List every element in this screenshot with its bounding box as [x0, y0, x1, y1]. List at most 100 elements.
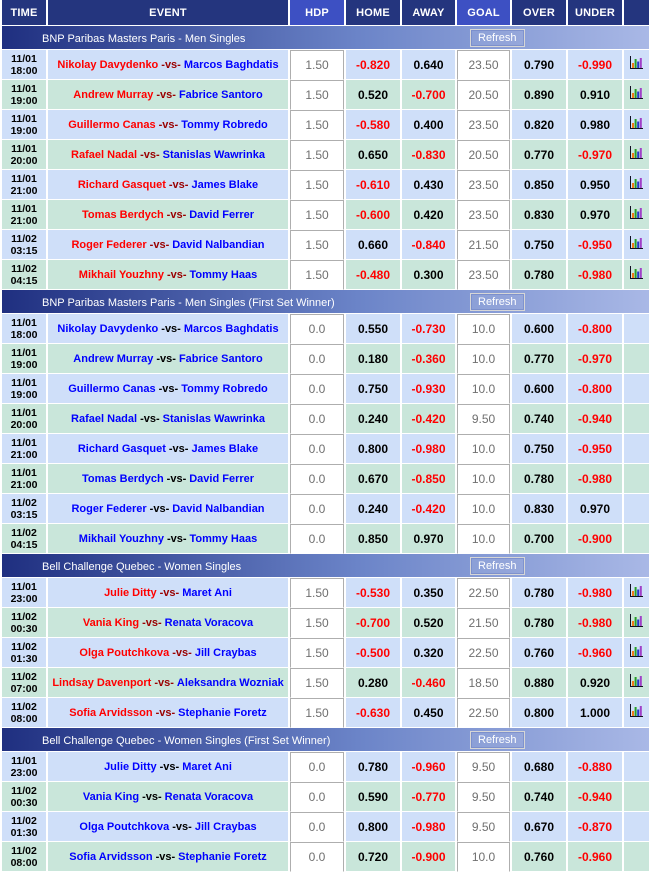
match-time: 11/0200:30: [2, 782, 46, 812]
hdp-value: 1.50: [290, 578, 344, 608]
under-odds: 0.910: [568, 80, 622, 110]
refresh-button[interactable]: Refresh: [470, 557, 525, 575]
match-date: 11/01: [2, 437, 46, 449]
match-event: Guillermo Canas-vs-Tommy Robredo: [48, 110, 288, 140]
hdp-value: 0.0: [290, 812, 344, 842]
away-odds: 0.640: [402, 50, 455, 80]
match-time: 11/0201:30: [2, 638, 46, 668]
match-event: Olga Poutchkova-vs-Jill Craybas: [48, 812, 288, 842]
match-start-time: 00:30: [2, 623, 46, 635]
under-odds: -0.980: [568, 464, 622, 494]
over-odds: 0.770: [512, 140, 566, 170]
home-odds: -0.820: [346, 50, 400, 80]
stats-cell: [624, 698, 649, 728]
goal-value: 20.50: [457, 80, 510, 110]
header-row: TIME EVENT HDP HOME AWAY GOAL OVER UNDER: [2, 0, 649, 26]
hdp-value: 0.0: [290, 404, 344, 434]
match-row: 11/0200:30Vania King-vs-Renata Voracova0…: [2, 782, 649, 812]
stats-cell: [624, 200, 649, 230]
match-start-time: 18:00: [2, 329, 46, 341]
match-start-time: 03:15: [2, 245, 46, 257]
section-header: BNP Paribas Masters Paris - Men Singles …: [2, 290, 649, 314]
odds-table: TIME EVENT HDP HOME AWAY GOAL OVER UNDER…: [0, 0, 651, 872]
bar-chart-icon[interactable]: [629, 643, 644, 658]
under-odds: 0.950: [568, 170, 622, 200]
under-odds: -0.950: [568, 230, 622, 260]
match-start-time: 19:00: [2, 95, 46, 107]
vs-separator: -vs-: [153, 851, 179, 863]
bar-chart-icon[interactable]: [629, 703, 644, 718]
vs-separator: -vs-: [153, 353, 179, 365]
bar-chart-icon[interactable]: [629, 55, 644, 70]
bar-chart-icon[interactable]: [629, 673, 644, 688]
match-event: Tomas Berdych-vs-David Ferrer: [48, 464, 288, 494]
away-odds: -0.900: [402, 842, 455, 872]
vs-separator: -vs-: [166, 179, 192, 191]
away-player-name: Marcos Baghdatis: [184, 59, 279, 71]
hdp-value: 1.50: [290, 230, 344, 260]
bar-chart-icon[interactable]: [629, 205, 644, 220]
vs-separator: -vs-: [158, 59, 184, 71]
bar-chart-icon[interactable]: [629, 613, 644, 628]
section-title: Bell Challenge Quebec - Women Singles: [2, 561, 241, 573]
away-player-name: Stephanie Foretz: [178, 851, 267, 863]
home-odds: -0.530: [346, 578, 400, 608]
bar-chart-icon[interactable]: [629, 583, 644, 598]
home-player-name: Richard Gasquet: [78, 443, 166, 455]
under-odds: -0.980: [568, 608, 622, 638]
refresh-button[interactable]: Refresh: [470, 29, 525, 47]
bar-chart-icon[interactable]: [629, 265, 644, 280]
home-player-name: Roger Federer: [71, 239, 146, 251]
under-odds: -0.870: [568, 812, 622, 842]
stats-cell: [624, 524, 649, 554]
under-odds: 0.980: [568, 110, 622, 140]
home-odds: 0.650: [346, 140, 400, 170]
away-player-name: Fabrice Santoro: [179, 89, 263, 101]
refresh-button[interactable]: Refresh: [470, 731, 525, 749]
bar-chart-icon[interactable]: [629, 85, 644, 100]
away-player-name: Jill Craybas: [195, 647, 257, 659]
bar-chart-icon[interactable]: [629, 235, 644, 250]
match-start-time: 21:00: [2, 479, 46, 491]
stats-cell: [624, 752, 649, 782]
away-player-name: David Ferrer: [189, 473, 254, 485]
bar-chart-icon[interactable]: [629, 175, 644, 190]
vs-separator: -vs-: [153, 89, 179, 101]
away-odds: -0.700: [402, 80, 455, 110]
away-player-name: Tommy Haas: [190, 269, 258, 281]
match-time: 11/0201:30: [2, 812, 46, 842]
match-row: 11/0201:30Olga Poutchkova-vs-Jill Crayba…: [2, 638, 649, 668]
vs-separator: -vs-: [147, 239, 173, 251]
section-header: Bell Challenge Quebec - Women Singles (F…: [2, 728, 649, 752]
col-header-under: UNDER: [568, 0, 622, 26]
match-event: Guillermo Canas-vs-Tommy Robredo: [48, 374, 288, 404]
match-row: 11/0123:00Julie Ditty-vs-Maret Ani1.50-0…: [2, 578, 649, 608]
match-start-time: 08:00: [2, 713, 46, 725]
section-title: BNP Paribas Masters Paris - Men Singles …: [2, 297, 335, 309]
match-date: 11/01: [2, 755, 46, 767]
over-odds: 0.770: [512, 344, 566, 374]
bar-chart-icon[interactable]: [629, 145, 644, 160]
goal-value: 23.50: [457, 110, 510, 140]
under-odds: -0.940: [568, 782, 622, 812]
hdp-value: 1.50: [290, 50, 344, 80]
refresh-button[interactable]: Refresh: [470, 293, 525, 311]
match-date: 11/01: [2, 143, 46, 155]
match-start-time: 21:00: [2, 215, 46, 227]
match-event: Olga Poutchkova-vs-Jill Craybas: [48, 638, 288, 668]
home-odds: 0.590: [346, 782, 400, 812]
match-event: Roger Federer-vs-David Nalbandian: [48, 494, 288, 524]
goal-value: 9.50: [457, 404, 510, 434]
match-time: 11/0119:00: [2, 344, 46, 374]
home-player-name: Vania King: [83, 791, 139, 803]
hdp-value: 0.0: [290, 464, 344, 494]
away-odds: 0.300: [402, 260, 455, 290]
home-odds: 0.750: [346, 374, 400, 404]
vs-separator: -vs-: [158, 323, 184, 335]
hdp-value: 0.0: [290, 842, 344, 872]
match-date: 11/01: [2, 317, 46, 329]
match-row: 11/0203:15Roger Federer-vs-David Nalband…: [2, 494, 649, 524]
match-time: 11/0121:00: [2, 200, 46, 230]
bar-chart-icon[interactable]: [629, 115, 644, 130]
away-player-name: Stanislas Wawrinka: [163, 413, 265, 425]
